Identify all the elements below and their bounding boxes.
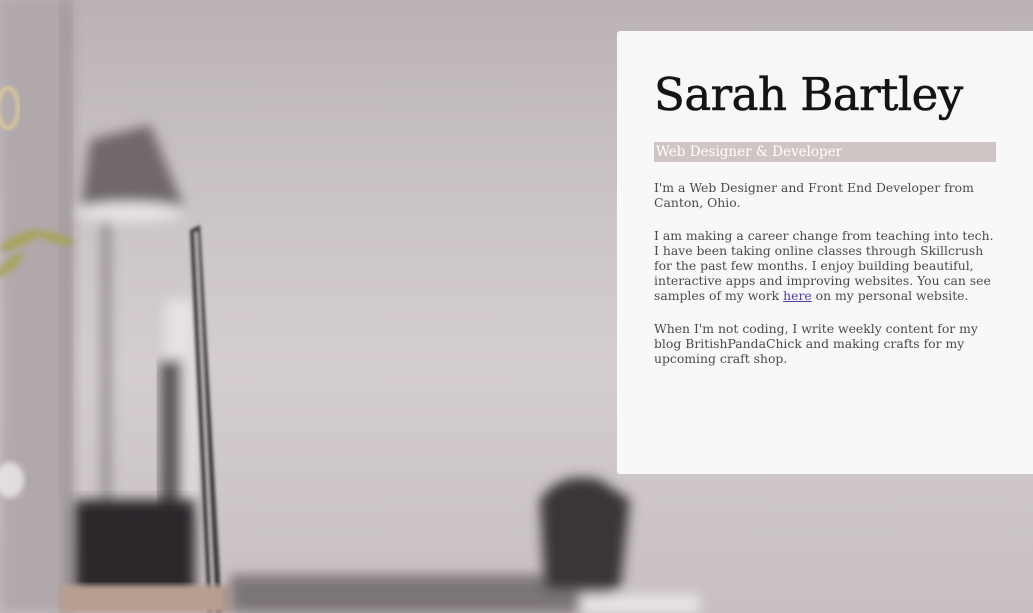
profile-card: Sarah Bartley Web Designer & Developer I… (617, 31, 1033, 474)
profile-subtitle: Web Designer & Developer (654, 142, 996, 162)
career-paragraph: I am making a career change from teachin… (654, 228, 996, 303)
career-text-end: on my personal website. (811, 288, 969, 303)
hobbies-paragraph: When I'm not coding, I write weekly cont… (654, 321, 978, 366)
portfolio-link[interactable]: here (783, 288, 812, 303)
intro-paragraph: I'm a Web Designer and Front End Develop… (654, 180, 974, 210)
profile-name: Sarah Bartley (654, 68, 964, 121)
